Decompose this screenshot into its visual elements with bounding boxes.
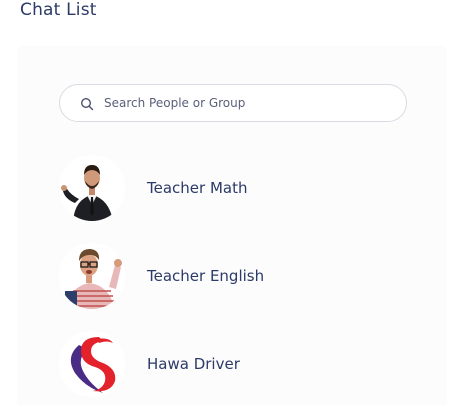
search-input[interactable] <box>102 95 386 111</box>
chat-item-teacher-english[interactable]: Teacher English <box>59 242 419 310</box>
search-box[interactable] <box>59 84 407 122</box>
chat-item-hawa-driver[interactable]: Hawa Driver <box>59 330 419 398</box>
chat-list-page: Chat List Search People or Group Teacher… <box>0 0 461 405</box>
hawa-driver-logo <box>59 331 125 397</box>
page-title: Chat List <box>20 0 97 20</box>
teacher-english-avatar <box>59 243 125 309</box>
teacher-math-avatar <box>59 155 125 221</box>
chat-name: Teacher English <box>147 267 265 285</box>
chat-item-teacher-math[interactable]: Teacher Math <box>59 154 419 222</box>
search-icon <box>80 96 94 111</box>
chat-name: Teacher Math <box>147 179 248 197</box>
chat-name: Hawa Driver <box>147 355 240 373</box>
